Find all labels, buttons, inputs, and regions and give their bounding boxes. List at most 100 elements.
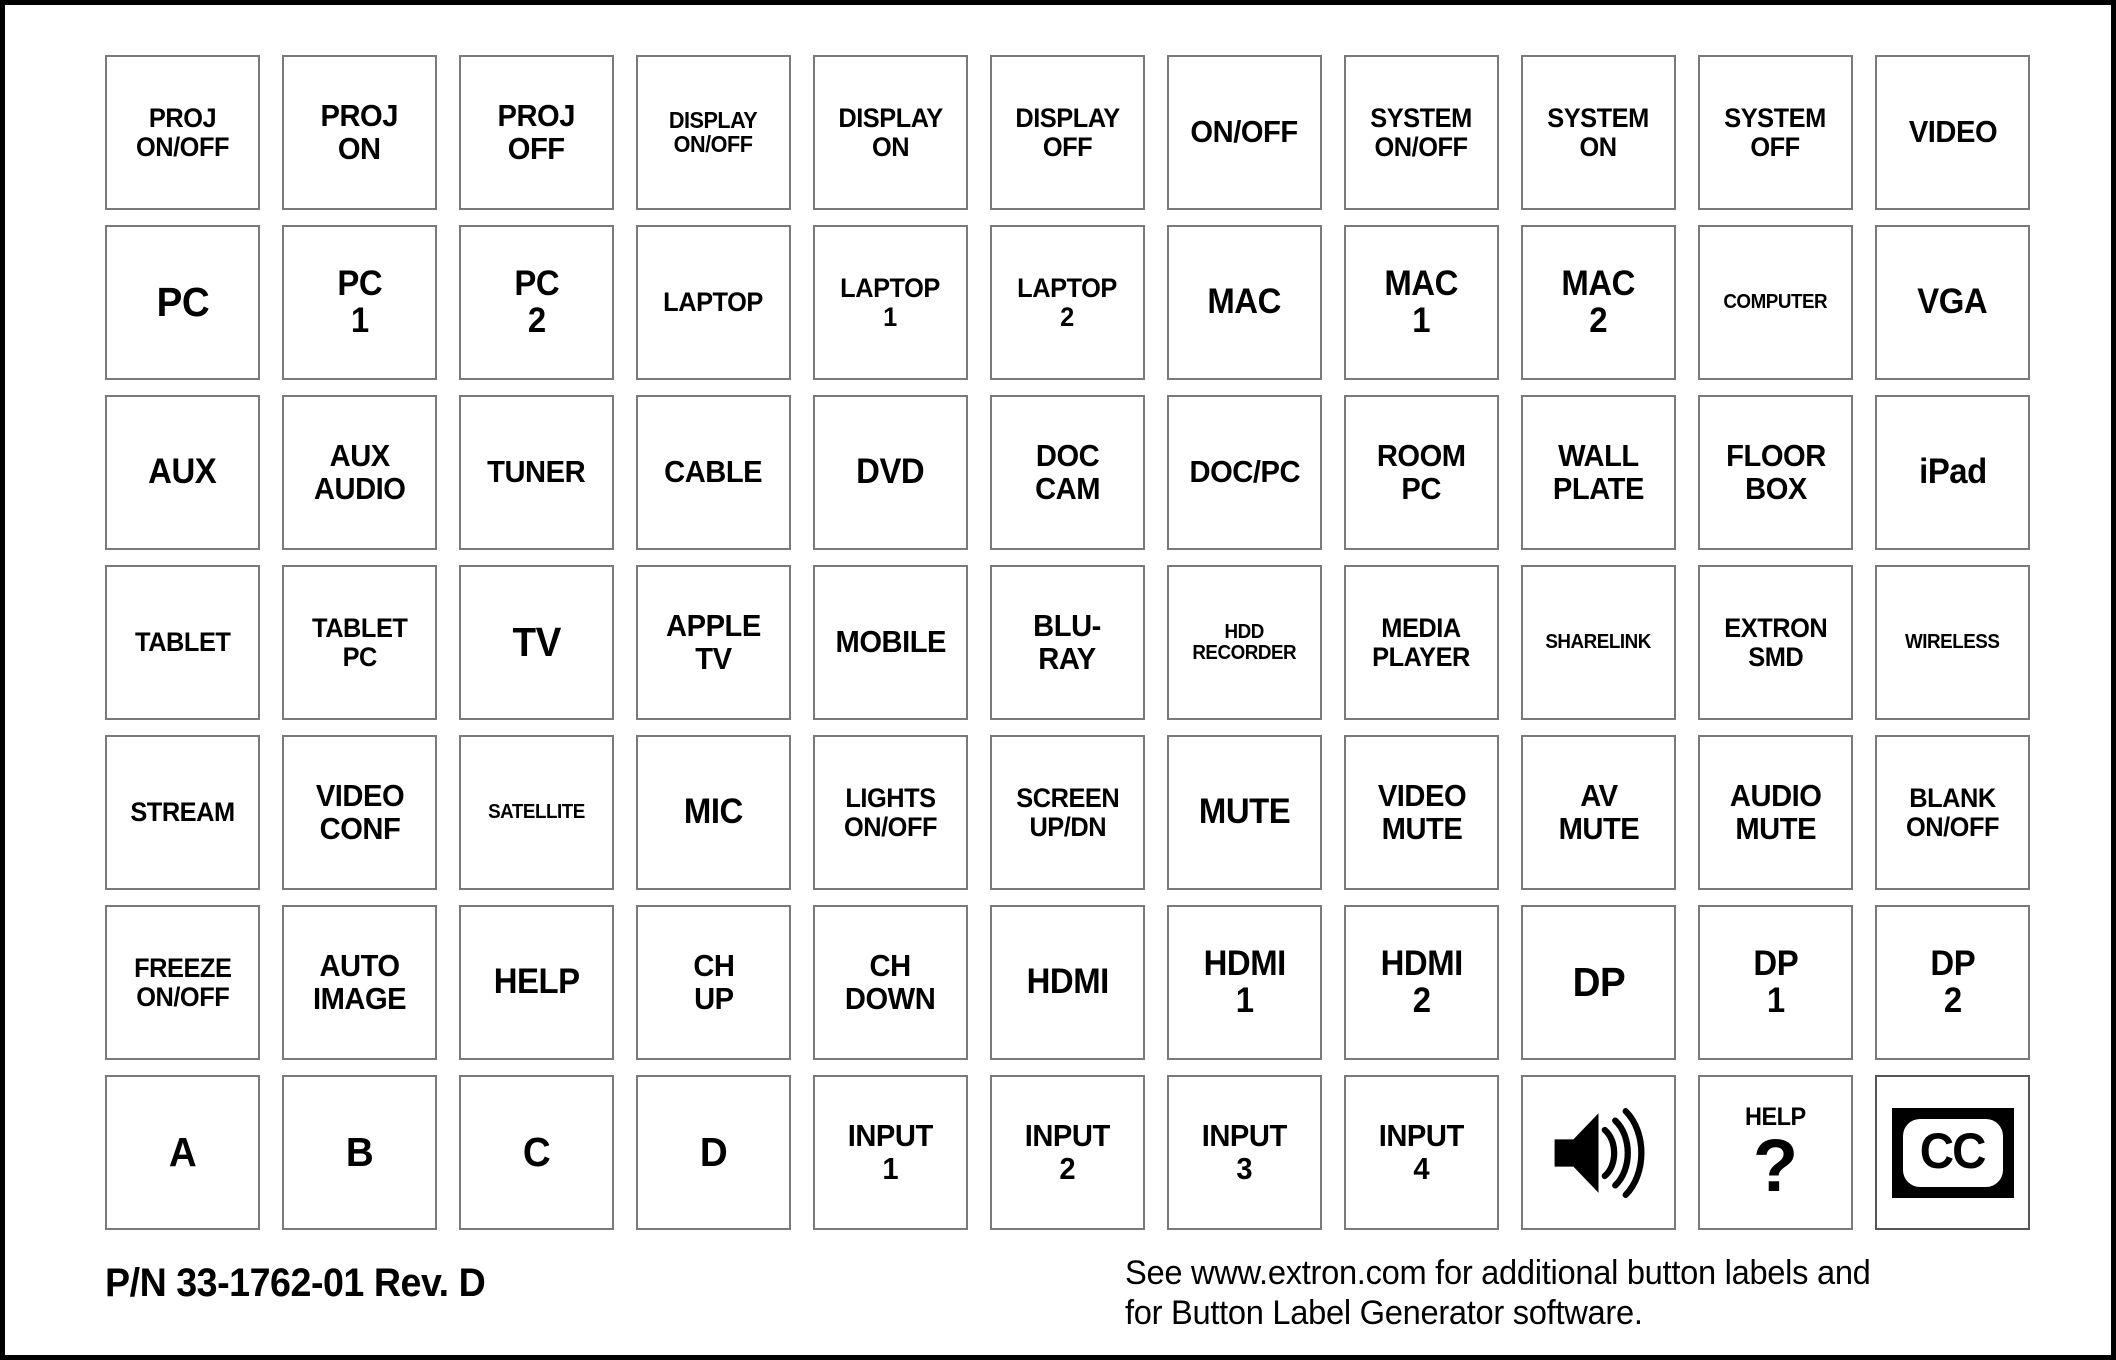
button-doc-pc[interactable]: DOC/PC — [1167, 395, 1322, 550]
button-label: MAC — [1207, 282, 1282, 322]
button-ch-up[interactable]: CH UP — [636, 905, 791, 1060]
button-label: AUDIO MUTE — [1729, 778, 1822, 846]
button-input-2[interactable]: INPUT 2 — [990, 1075, 1145, 1230]
button-auto-image[interactable]: AUTO IMAGE — [282, 905, 437, 1060]
button-label: MAC 1 — [1384, 264, 1459, 340]
button-hdd-recorder[interactable]: HDD RECORDER — [1167, 565, 1322, 720]
button-wireless[interactable]: WIRELESS — [1875, 565, 2030, 720]
button-satellite[interactable]: SATELLITE — [459, 735, 614, 890]
button-label: PROJ ON/OFF — [135, 103, 230, 162]
button-lights-on-off[interactable]: LIGHTS ON/OFF — [813, 735, 968, 890]
button-label: DP 2 — [1930, 944, 1975, 1020]
button-sharelink[interactable]: SHARELINK — [1521, 565, 1676, 720]
button-label: DP 1 — [1753, 944, 1798, 1020]
button-proj-on[interactable]: PROJ ON — [282, 55, 437, 210]
button-label: HDMI 2 — [1380, 944, 1463, 1020]
button-tablet[interactable]: TABLET — [105, 565, 260, 720]
button-video-conf[interactable]: VIDEO CONF — [282, 735, 437, 890]
button-proj-off[interactable]: PROJ OFF — [459, 55, 614, 210]
button-label: LAPTOP 1 — [840, 273, 941, 332]
button-hdmi[interactable]: HDMI — [990, 905, 1145, 1060]
button-system-off[interactable]: SYSTEM OFF — [1698, 55, 1853, 210]
button-help[interactable]: HELP — [459, 905, 614, 1060]
button-freeze-on-off[interactable]: FREEZE ON/OFF — [105, 905, 260, 1060]
button-tv[interactable]: TV — [459, 565, 614, 720]
button-c[interactable]: C — [459, 1075, 614, 1230]
button-label: APPLE TV — [666, 608, 761, 676]
button-label: AUX — [148, 452, 217, 492]
button-input-3[interactable]: INPUT 3 — [1167, 1075, 1322, 1230]
button-laptop[interactable]: LAPTOP — [636, 225, 791, 380]
button-floor-box[interactable]: FLOOR BOX — [1698, 395, 1853, 550]
button-apple-tv[interactable]: APPLE TV — [636, 565, 791, 720]
button-vga[interactable]: VGA — [1875, 225, 2030, 380]
button-proj-on-off[interactable]: PROJ ON/OFF — [105, 55, 260, 210]
button-video-mute[interactable]: VIDEO MUTE — [1344, 735, 1499, 890]
button-extron-smd[interactable]: EXTRON SMD — [1698, 565, 1853, 720]
button-blank-on-off[interactable]: BLANK ON/OFF — [1875, 735, 2030, 890]
button-label: DOC/PC — [1189, 454, 1300, 490]
button-help-question[interactable]: HELP? — [1698, 1075, 1853, 1230]
button-mac[interactable]: MAC — [1167, 225, 1322, 380]
button-dvd[interactable]: DVD — [813, 395, 968, 550]
button-label: WIRELESS — [1905, 631, 2000, 654]
button-video[interactable]: VIDEO — [1875, 55, 2030, 210]
button-mic[interactable]: MIC — [636, 735, 791, 890]
button-cable[interactable]: CABLE — [636, 395, 791, 550]
button-label: AV MUTE — [1558, 778, 1639, 846]
button-hdmi-1[interactable]: HDMI 1 — [1167, 905, 1322, 1060]
button-mute[interactable]: MUTE — [1167, 735, 1322, 890]
button-doc-cam[interactable]: DOC CAM — [990, 395, 1145, 550]
button-aux-audio[interactable]: AUX AUDIO — [282, 395, 437, 550]
speaker-icon — [1523, 1077, 1674, 1228]
button-label: DISPLAY OFF — [1015, 103, 1120, 162]
button-aux[interactable]: AUX — [105, 395, 260, 550]
button-mobile[interactable]: MOBILE — [813, 565, 968, 720]
button-system-on-off[interactable]: SYSTEM ON/OFF — [1344, 55, 1499, 210]
button-input-1[interactable]: INPUT 1 — [813, 1075, 968, 1230]
button-a[interactable]: A — [105, 1075, 260, 1230]
button-dp-2[interactable]: DP 2 — [1875, 905, 2030, 1060]
button-label: COMPUTER — [1723, 291, 1828, 314]
button-ipad[interactable]: iPad — [1875, 395, 2030, 550]
button-pc-2[interactable]: PC 2 — [459, 225, 614, 380]
button-label: SATELLITE — [488, 801, 585, 824]
button-laptop-2[interactable]: LAPTOP 2 — [990, 225, 1145, 380]
button-pc-1[interactable]: PC 1 — [282, 225, 437, 380]
button-hdmi-2[interactable]: HDMI 2 — [1344, 905, 1499, 1060]
button-mac-2[interactable]: MAC 2 — [1521, 225, 1676, 380]
button-label: MEDIA PLAYER — [1372, 613, 1471, 672]
button-screen-up-dn[interactable]: SCREEN UP/DN — [990, 735, 1145, 890]
button-av-mute[interactable]: AV MUTE — [1521, 735, 1676, 890]
button-closed-caption[interactable]: CC — [1875, 1075, 2030, 1230]
button-laptop-1[interactable]: LAPTOP 1 — [813, 225, 968, 380]
button-input-4[interactable]: INPUT 4 — [1344, 1075, 1499, 1230]
button-tablet-pc[interactable]: TABLET PC — [282, 565, 437, 720]
button-system-on[interactable]: SYSTEM ON — [1521, 55, 1676, 210]
button-label: B — [345, 1129, 374, 1176]
closed-caption-inner: CC — [1902, 1118, 2003, 1187]
button-audio-mute[interactable]: AUDIO MUTE — [1698, 735, 1853, 890]
button-display-on[interactable]: DISPLAY ON — [813, 55, 968, 210]
button-display-on-off[interactable]: DISPLAY ON/OFF — [636, 55, 791, 210]
button-b[interactable]: B — [282, 1075, 437, 1230]
button-tuner[interactable]: TUNER — [459, 395, 614, 550]
button-ch-down[interactable]: CH DOWN — [813, 905, 968, 1060]
button-wall-plate[interactable]: WALL PLATE — [1521, 395, 1676, 550]
button-label: PC 2 — [514, 264, 559, 340]
button-on-off[interactable]: ON/OFF — [1167, 55, 1322, 210]
button-volume-speaker[interactable] — [1521, 1075, 1676, 1230]
button-stream[interactable]: STREAM — [105, 735, 260, 890]
button-display-off[interactable]: DISPLAY OFF — [990, 55, 1145, 210]
button-label: WALL PLATE — [1552, 438, 1645, 506]
button-pc[interactable]: PC — [105, 225, 260, 380]
button-d[interactable]: D — [636, 1075, 791, 1230]
button-mac-1[interactable]: MAC 1 — [1344, 225, 1499, 380]
button-room-pc[interactable]: ROOM PC — [1344, 395, 1499, 550]
button-dp[interactable]: DP — [1521, 905, 1676, 1060]
button-dp-1[interactable]: DP 1 — [1698, 905, 1853, 1060]
button-media-player[interactable]: MEDIA PLAYER — [1344, 565, 1499, 720]
help-icon-label: HELP — [1745, 1102, 1806, 1131]
button-blu-ray[interactable]: BLU- RAY — [990, 565, 1145, 720]
button-computer[interactable]: COMPUTER — [1698, 225, 1853, 380]
